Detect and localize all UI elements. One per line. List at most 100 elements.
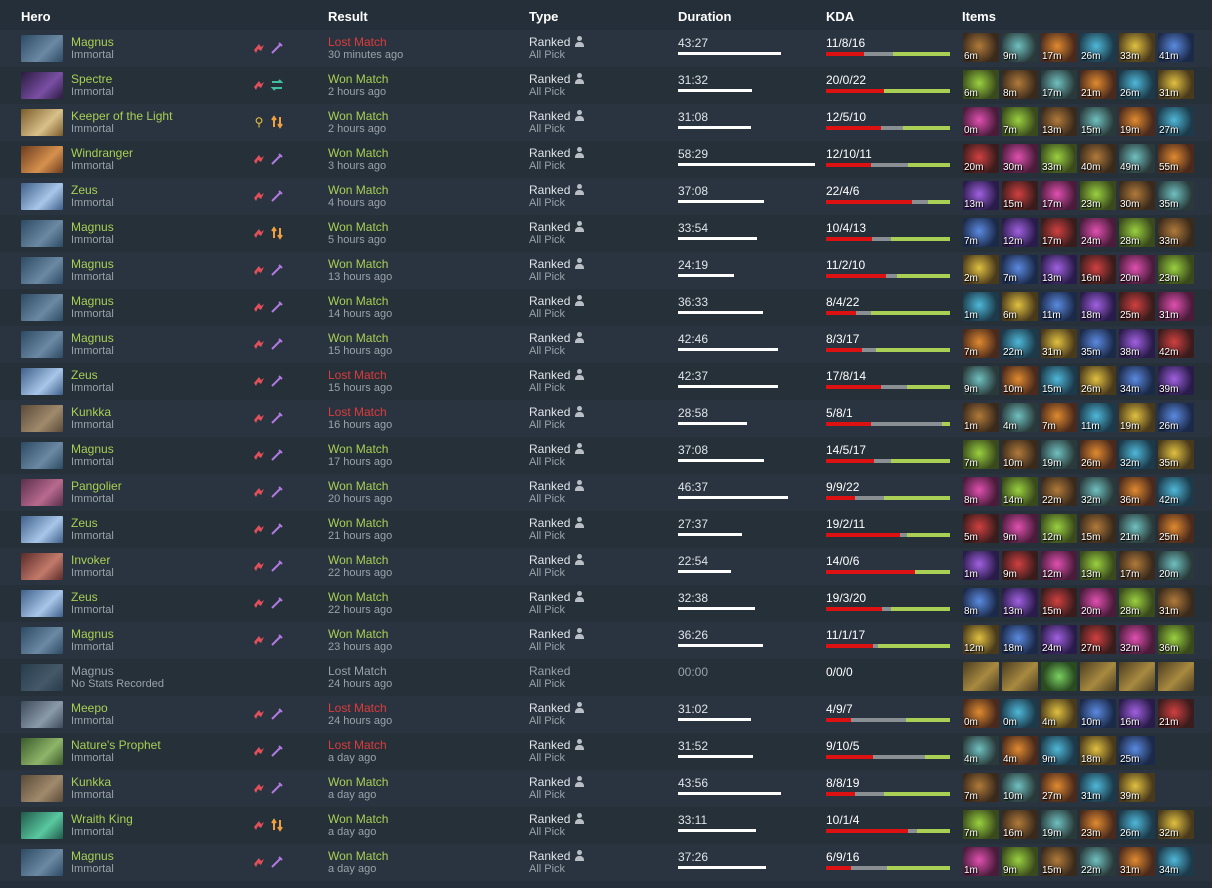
item-slot[interactable]: 11m bbox=[1041, 292, 1077, 321]
item-slot[interactable]: 32m bbox=[1119, 625, 1155, 654]
table-row[interactable]: Magnus Immortal Won Match 14 hours ago Ranke… bbox=[0, 289, 1212, 326]
hero-name[interactable]: Zeus bbox=[71, 183, 98, 197]
item-slot[interactable]: 33m bbox=[1041, 144, 1077, 173]
match-result[interactable]: Won Match bbox=[328, 775, 388, 789]
item-slot[interactable]: 4m bbox=[963, 736, 999, 765]
item-slot[interactable]: 9m bbox=[1002, 847, 1038, 876]
item-slot[interactable]: 10m bbox=[1002, 440, 1038, 469]
match-result[interactable]: Won Match bbox=[328, 442, 388, 456]
match-result[interactable]: Won Match bbox=[328, 257, 388, 271]
table-row[interactable]: Magnus No Stats Recorded Lost Match 24 hour… bbox=[0, 659, 1212, 696]
table-row[interactable]: Zeus Immortal Lost Match 15 hours ago Ranked… bbox=[0, 363, 1212, 400]
hero-name[interactable]: Kunkka bbox=[71, 405, 111, 419]
col-kda-header[interactable]: KDA bbox=[826, 9, 854, 24]
item-slot[interactable]: 15m bbox=[1041, 366, 1077, 395]
match-result[interactable]: Lost Match bbox=[328, 368, 387, 382]
item-slot[interactable] bbox=[963, 662, 999, 691]
item-slot[interactable]: 19m bbox=[1119, 107, 1155, 136]
table-row[interactable]: Meepo Immortal Lost Match 24 hours ago Ranke… bbox=[0, 696, 1212, 733]
table-row[interactable]: Magnus Immortal Won Match a day ago Ranked Al… bbox=[0, 844, 1212, 881]
item-slot[interactable]: 7m bbox=[1002, 255, 1038, 284]
hero-portrait[interactable] bbox=[21, 109, 63, 136]
item-slot[interactable]: 39m bbox=[1119, 773, 1155, 802]
col-items-header[interactable]: Items bbox=[962, 9, 996, 24]
hero-portrait[interactable] bbox=[21, 849, 63, 876]
item-slot[interactable]: 18m bbox=[1080, 292, 1116, 321]
hero-name[interactable]: Meepo bbox=[71, 701, 108, 715]
item-slot[interactable] bbox=[1002, 662, 1038, 691]
item-slot[interactable]: 31m bbox=[1158, 292, 1194, 321]
item-slot[interactable]: 38m bbox=[1119, 329, 1155, 358]
hero-portrait[interactable] bbox=[21, 331, 63, 358]
item-slot[interactable]: 26m bbox=[1119, 70, 1155, 99]
table-row[interactable]: Kunkka Immortal Won Match a day ago Ranked Al… bbox=[0, 770, 1212, 807]
match-result[interactable]: Lost Match bbox=[328, 35, 387, 49]
item-slot[interactable]: 23m bbox=[1080, 181, 1116, 210]
col-result-header[interactable]: Result bbox=[328, 9, 368, 24]
item-slot[interactable]: 41m bbox=[1158, 33, 1194, 62]
match-result[interactable]: Won Match bbox=[328, 146, 388, 160]
item-slot[interactable]: 19m bbox=[1041, 810, 1077, 839]
item-slot[interactable]: 39m bbox=[1158, 366, 1194, 395]
item-slot[interactable]: 20m bbox=[1080, 588, 1116, 617]
table-row[interactable]: Magnus Immortal Won Match 23 hours ago Ranke… bbox=[0, 622, 1212, 659]
match-result[interactable]: Won Match bbox=[328, 183, 388, 197]
hero-portrait[interactable] bbox=[21, 220, 63, 247]
item-slot[interactable]: 17m bbox=[1041, 181, 1077, 210]
hero-name[interactable]: Windranger bbox=[71, 146, 133, 160]
item-slot[interactable]: 18m bbox=[1002, 625, 1038, 654]
item-slot[interactable]: 4m bbox=[1002, 403, 1038, 432]
item-slot[interactable]: 36m bbox=[1158, 625, 1194, 654]
match-result[interactable]: Lost Match bbox=[328, 738, 387, 752]
match-result[interactable]: Won Match bbox=[328, 627, 388, 641]
item-slot[interactable]: 21m bbox=[1158, 699, 1194, 728]
hero-name[interactable]: Spectre bbox=[71, 72, 112, 86]
hero-portrait[interactable] bbox=[21, 627, 63, 654]
item-slot[interactable]: 10m bbox=[1002, 366, 1038, 395]
table-row[interactable]: Wraith King Immortal Won Match a day ago Ran… bbox=[0, 807, 1212, 844]
table-row[interactable]: Pangolier Immortal Won Match 20 hours ago Ra… bbox=[0, 474, 1212, 511]
item-slot[interactable]: 13m bbox=[1041, 255, 1077, 284]
hero-name[interactable]: Magnus bbox=[71, 257, 114, 271]
item-slot[interactable]: 17m bbox=[1041, 70, 1077, 99]
item-slot[interactable] bbox=[1119, 662, 1155, 691]
item-slot[interactable]: 17m bbox=[1119, 551, 1155, 580]
item-slot[interactable]: 42m bbox=[1158, 329, 1194, 358]
item-slot[interactable]: 20m bbox=[1158, 551, 1194, 580]
item-slot[interactable]: 10m bbox=[1080, 699, 1116, 728]
item-slot[interactable]: 22m bbox=[1080, 847, 1116, 876]
item-slot[interactable]: 19m bbox=[1119, 403, 1155, 432]
item-slot[interactable]: 40m bbox=[1080, 144, 1116, 173]
item-slot[interactable]: 26m bbox=[1080, 33, 1116, 62]
item-slot[interactable]: 13m bbox=[1080, 551, 1116, 580]
hero-portrait[interactable] bbox=[21, 294, 63, 321]
item-slot[interactable]: 27m bbox=[1041, 773, 1077, 802]
item-slot[interactable]: 35m bbox=[1080, 329, 1116, 358]
item-slot[interactable]: 9m bbox=[1002, 551, 1038, 580]
hero-name[interactable]: Magnus bbox=[71, 331, 114, 345]
item-slot[interactable]: 17m bbox=[1041, 33, 1077, 62]
item-slot[interactable]: 12m bbox=[1002, 218, 1038, 247]
item-slot[interactable]: 10m bbox=[1002, 773, 1038, 802]
item-slot[interactable]: 5m bbox=[963, 514, 999, 543]
item-slot[interactable]: 1m bbox=[963, 551, 999, 580]
hero-portrait[interactable] bbox=[21, 183, 63, 210]
item-slot[interactable]: 1m bbox=[963, 847, 999, 876]
item-slot[interactable]: 28m bbox=[1119, 588, 1155, 617]
col-hero-header[interactable]: Hero bbox=[21, 9, 51, 24]
hero-portrait[interactable] bbox=[21, 553, 63, 580]
item-slot[interactable]: 32m bbox=[1158, 810, 1194, 839]
item-slot[interactable]: 15m bbox=[1002, 181, 1038, 210]
match-result[interactable]: Lost Match bbox=[328, 405, 387, 419]
match-result[interactable]: Won Match bbox=[328, 553, 388, 567]
item-slot[interactable]: 1m bbox=[963, 292, 999, 321]
hero-name[interactable]: Magnus bbox=[71, 35, 114, 49]
item-slot[interactable]: 33m bbox=[1119, 33, 1155, 62]
hero-name[interactable]: Magnus bbox=[71, 664, 114, 678]
item-slot[interactable]: 15m bbox=[1041, 847, 1077, 876]
match-result[interactable]: Won Match bbox=[328, 516, 388, 530]
item-slot[interactable]: 0m bbox=[1002, 699, 1038, 728]
item-slot[interactable]: 34m bbox=[1158, 847, 1194, 876]
hero-name[interactable]: Magnus bbox=[71, 294, 114, 308]
table-row[interactable]: Magnus Immortal Won Match 5 hours ago Ranked… bbox=[0, 215, 1212, 252]
